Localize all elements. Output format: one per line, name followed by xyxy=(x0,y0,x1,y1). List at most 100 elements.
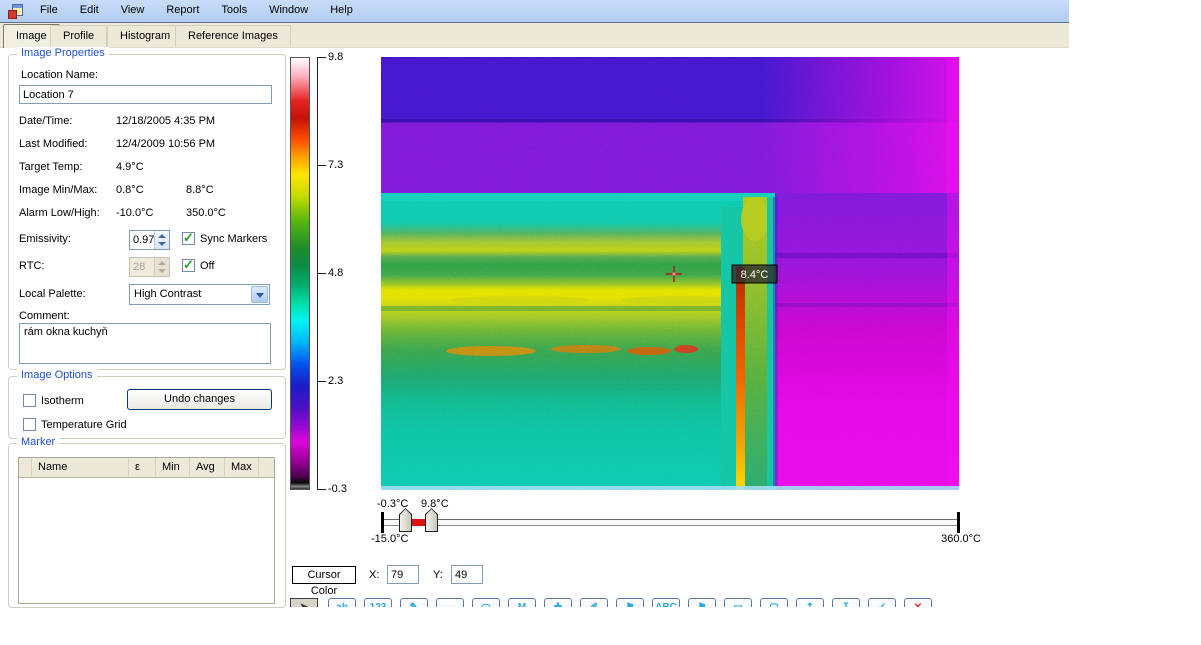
line-tool-icon: — xyxy=(437,602,463,607)
menu-report[interactable]: Report xyxy=(155,0,210,22)
marker-flag-icon: ⚑ xyxy=(617,602,643,607)
marker-col-filler xyxy=(259,458,274,478)
menu-edit[interactable]: Edit xyxy=(69,0,110,22)
rtc-label: RTC: xyxy=(19,260,44,272)
emissivity-spin-buttons[interactable] xyxy=(154,231,169,249)
move-down-icon: ↧ xyxy=(833,602,859,607)
image-minmax-label: Image Min/Max: xyxy=(19,184,97,196)
marker-table: Name ε Min Avg Max xyxy=(18,457,275,604)
marker-table-header: Name ε Min Avg Max xyxy=(19,458,274,478)
rounded-rect-tool-icon: ▢ xyxy=(761,602,787,607)
cursor-y-label: Y: xyxy=(433,569,443,581)
slider-max-tick xyxy=(957,512,960,533)
toolbar-button[interactable]: — xyxy=(436,598,464,607)
emissivity-label: Emissivity: xyxy=(19,233,71,245)
comment-label: Comment: xyxy=(19,310,70,322)
toolbar-button[interactable]: ✕ xyxy=(904,598,932,607)
cursor-x-label: X: xyxy=(369,569,379,581)
toolbar-button[interactable]: M xyxy=(508,598,536,607)
location-name-input[interactable] xyxy=(19,85,272,104)
palette-scale-ruler xyxy=(317,57,326,490)
toolbar-button[interactable]: 123 xyxy=(364,598,392,607)
emissivity-spinner[interactable]: 0.97 xyxy=(129,230,170,250)
tab-histogram[interactable]: Histogram xyxy=(107,25,183,47)
annotation-ab-icon: ab xyxy=(329,602,355,607)
menu-help[interactable]: Help xyxy=(319,0,364,22)
spin-up-icon[interactable] xyxy=(158,234,166,238)
annotation-123-icon: 123 xyxy=(365,602,391,607)
sync-markers-checkbox[interactable] xyxy=(182,232,195,245)
toolbar-button[interactable]: ⚑ xyxy=(688,598,716,607)
local-palette-label: Local Palette: xyxy=(19,288,86,300)
cursor-y-input[interactable] xyxy=(451,565,483,584)
marker-col-avg[interactable]: Avg xyxy=(190,458,225,478)
image-options-title: Image Options xyxy=(17,369,97,381)
temperature-grid-checkbox[interactable] xyxy=(23,418,36,431)
marker-col-min[interactable]: Min xyxy=(156,458,190,478)
toolbar-button[interactable]: ✎ xyxy=(400,598,428,607)
rtc-off-label: Off xyxy=(200,260,214,272)
cursor-color-button[interactable]: Cursor Color xyxy=(292,566,356,584)
slider-low-label: -0.3°C xyxy=(377,498,408,510)
marker-title: Marker xyxy=(17,436,59,448)
marker-table-body[interactable] xyxy=(19,478,274,603)
local-palette-dropdown[interactable]: High Contrast xyxy=(129,284,270,305)
marker-col-name[interactable]: Name xyxy=(32,458,129,478)
isotherm-label: Isotherm xyxy=(41,395,84,407)
rtc-spinner: 28 xyxy=(129,257,170,277)
toolbar-button[interactable]: ↧ xyxy=(832,598,860,607)
scale-tick-label: 4.8 xyxy=(328,267,362,279)
chevron-down-icon[interactable] xyxy=(251,286,268,303)
marker-col-epsilon[interactable]: ε xyxy=(129,458,156,478)
ellipse-tool-icon: ⬭ xyxy=(473,602,499,607)
delete-x-icon: ✕ xyxy=(905,602,931,607)
toolbar-button[interactable]: ✚ xyxy=(544,598,572,607)
scale-tick-label: -0.3 xyxy=(328,483,362,495)
marker-col-blank[interactable] xyxy=(19,458,32,478)
pencil-icon: ✎ xyxy=(401,602,427,607)
toolbar-button[interactable]: ▭ xyxy=(724,598,752,607)
marker-col-max[interactable]: Max xyxy=(225,458,259,478)
menu-file[interactable]: File xyxy=(29,0,69,22)
toolbar-button[interactable]: ↥ xyxy=(796,598,824,607)
red-square-glyph xyxy=(8,10,17,19)
image-properties-group: Image Properties Location Name: Date/Tim… xyxy=(8,54,286,370)
apply-check-icon: ✓ xyxy=(869,602,895,607)
last-modified-label: Last Modified: xyxy=(19,138,87,150)
range-slider-track[interactable] xyxy=(383,519,960,526)
label-abc-icon: ABC xyxy=(653,602,679,607)
toolbar-button[interactable]: ▢ xyxy=(760,598,788,607)
toolbar-button[interactable]: ✓ xyxy=(868,598,896,607)
target-temp-label: Target Temp: xyxy=(19,161,82,173)
slider-min-tick xyxy=(381,512,384,533)
alarm-low-value: -10.0°C xyxy=(116,207,153,219)
slider-high-handle[interactable] xyxy=(425,508,438,532)
isotherm-checkbox[interactable] xyxy=(23,394,36,407)
freehand-tool-icon: ✐ xyxy=(581,602,607,607)
toolbar-button[interactable]: ✐ xyxy=(580,598,608,607)
slider-low-handle[interactable] xyxy=(399,508,412,532)
thermal-image[interactable]: 8.4°C xyxy=(381,57,959,490)
spin-down-icon xyxy=(158,269,166,273)
local-palette-value: High Contrast xyxy=(134,288,201,300)
undo-changes-button[interactable]: Undo changes xyxy=(127,389,272,410)
toolbar-button[interactable]: ➤ xyxy=(290,598,318,607)
flag-tool-icon: ⚑ xyxy=(689,602,715,607)
toolbar-button[interactable]: ab xyxy=(328,598,356,607)
rtc-value: 28 xyxy=(133,261,145,273)
cross-marker-icon: ✚ xyxy=(545,602,571,607)
application-window: File Edit View Report Tools Window Help … xyxy=(0,0,1201,645)
toolbar-button[interactable]: ⬭ xyxy=(472,598,500,607)
menu-tools[interactable]: Tools xyxy=(210,0,258,22)
spin-down-icon[interactable] xyxy=(158,242,166,246)
menu-window[interactable]: Window xyxy=(258,0,319,22)
comment-textarea[interactable]: rám okna kuchyň xyxy=(19,323,271,364)
menu-view[interactable]: View xyxy=(110,0,156,22)
toolbar-button[interactable]: ABC xyxy=(652,598,680,607)
cursor-x-input[interactable] xyxy=(387,565,419,584)
rtc-off-checkbox[interactable] xyxy=(182,259,195,272)
tab-reference-images[interactable]: Reference Images xyxy=(175,25,291,47)
tab-profile[interactable]: Profile xyxy=(50,25,107,47)
rtc-spin-buttons xyxy=(154,258,169,276)
toolbar-button[interactable]: ⚑ xyxy=(616,598,644,607)
